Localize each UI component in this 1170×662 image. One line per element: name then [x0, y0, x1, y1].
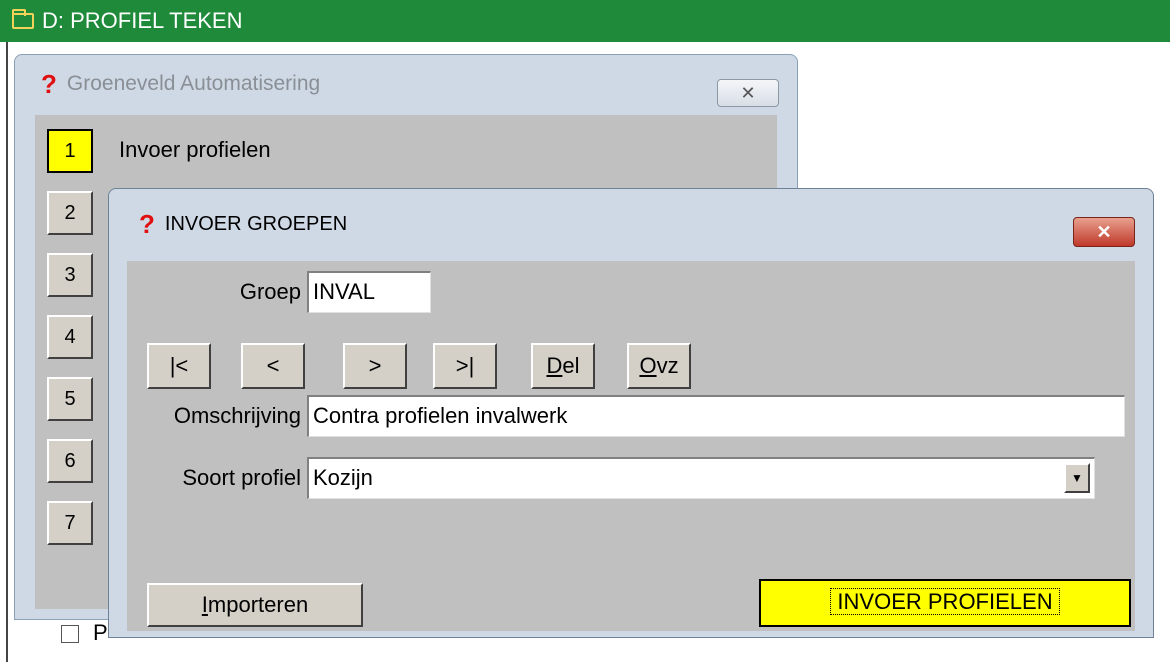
dialog-title: INVOER GROEPEN [164, 212, 348, 235]
menu-button-5[interactable]: 5 [47, 377, 93, 421]
omschrijving-label: Omschrijving [173, 403, 301, 428]
app-titlebar: D: PROFIEL TEKEN [0, 0, 1170, 42]
invoer-profielen-label: INVOER PROFIELEN [830, 588, 1060, 615]
soort-profiel-select[interactable]: Kozijn ▼ [307, 457, 1095, 499]
menu-button-2[interactable]: 2 [47, 191, 93, 235]
delete-button[interactable]: Del [531, 343, 595, 389]
invoer-groepen-dialog: ? INVOER GROEPEN ✕ Groep INVAL |< < > >|… [108, 188, 1154, 638]
menu-window-title: Groeneveld Automatisering [66, 72, 321, 95]
menu-button-3[interactable]: 3 [47, 253, 93, 297]
menu-window-caption[interactable]: ? Groeneveld Automatisering [15, 55, 797, 113]
delete-accel: D [546, 353, 563, 378]
chevron-down-icon[interactable]: ▼ [1064, 463, 1090, 493]
menu-button-7[interactable]: 7 [47, 501, 93, 545]
option-checkbox-label: P [93, 620, 108, 645]
dialog-close-button[interactable]: ✕ [1073, 217, 1135, 247]
help-icon: ? [139, 208, 155, 239]
first-record-button[interactable]: |< [147, 343, 211, 389]
groep-label: Groep [239, 279, 301, 304]
dialog-caption[interactable]: ? INVOER GROEPEN [109, 189, 1153, 259]
importeren-button[interactable]: Importeren [147, 583, 363, 627]
next-record-button[interactable]: > [343, 343, 407, 389]
help-icon: ? [41, 68, 57, 99]
dialog-client: Groep INVAL |< < > >| Del Ovz Omschrijvi… [127, 261, 1135, 631]
invoer-profielen-button[interactable]: INVOER PROFIELEN [759, 579, 1131, 627]
folder-icon [12, 9, 34, 29]
overzicht-accel: O [639, 353, 657, 378]
frame-border [6, 42, 8, 662]
last-record-button[interactable]: >| [433, 343, 497, 389]
menu-button-4[interactable]: 4 [47, 315, 93, 359]
overzicht-button[interactable]: Ovz [627, 343, 691, 389]
option-checkbox[interactable] [61, 625, 79, 643]
omschrijving-input[interactable]: Contra profielen invalwerk [307, 395, 1125, 437]
menu-window-close-button[interactable]: ✕ [717, 79, 779, 107]
app-title: D: PROFIEL TEKEN [42, 8, 243, 33]
menu-button-6[interactable]: 6 [47, 439, 93, 483]
menu-item-label-1: Invoer profielen [119, 137, 271, 162]
soort-profiel-label: Soort profiel [182, 465, 301, 490]
menu-button-1[interactable]: 1 [47, 129, 93, 173]
previous-record-button[interactable]: < [241, 343, 305, 389]
groep-input[interactable]: INVAL [307, 271, 431, 313]
soort-profiel-value: Kozijn [313, 465, 373, 490]
